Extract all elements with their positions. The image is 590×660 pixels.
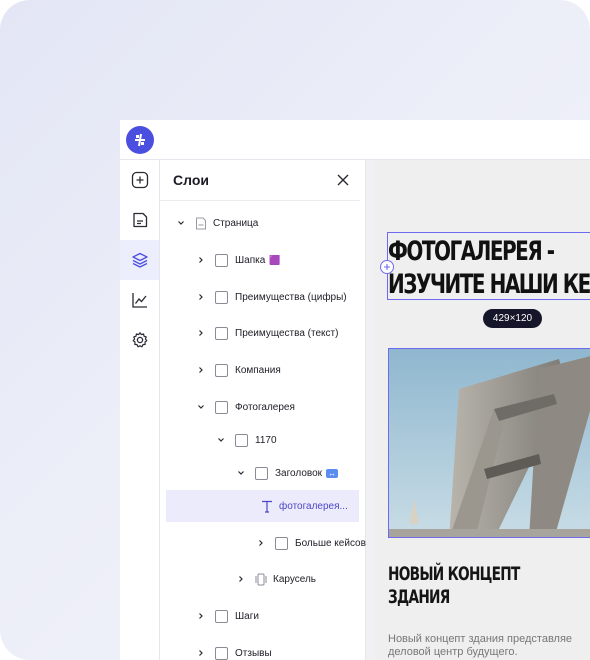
layer-item-advantages-numbers[interactable]: Преимущества (цифры)	[195, 283, 347, 311]
layer-item-heading[interactable]: Заголовок ↔	[235, 459, 339, 487]
gear-icon	[132, 332, 147, 348]
layer-item-more-cases[interactable]: Больше кейсов	[255, 529, 366, 557]
frame-icon	[255, 466, 268, 480]
auto-layout-badge: ↔	[326, 468, 339, 478]
layer-item-steps[interactable]: Шаги	[195, 602, 259, 630]
plus-square-icon	[131, 171, 148, 189]
layer-label: Шаги	[235, 610, 259, 622]
frame-icon	[235, 433, 248, 447]
building-image	[389, 349, 590, 537]
chevron-right-icon[interactable]	[195, 610, 207, 622]
building-photo[interactable]	[388, 348, 590, 538]
frame-icon	[215, 363, 228, 377]
layer-badge: 🟪	[269, 254, 281, 265]
frame-icon	[275, 536, 288, 550]
settings-button[interactable]	[120, 321, 159, 359]
layer-item-1170[interactable]: 1170	[215, 426, 277, 454]
frame-icon	[215, 646, 228, 660]
layer-item-advantages-text[interactable]: Преимущества (текст)	[195, 319, 338, 347]
chevron-right-icon[interactable]	[195, 291, 207, 303]
chevron-right-icon[interactable]	[195, 647, 207, 659]
editor-window: Слои Страница Шапка 🟪 Преимущества (цифр…	[120, 120, 590, 660]
layer-label: фотогалерея...	[279, 500, 348, 512]
concept-heading[interactable]: НОВЫЙ КОНЦЕПТ ЗДАНИЯ	[388, 563, 532, 609]
layer-item-gallery-text[interactable]: фотогалерея...	[166, 490, 359, 522]
selection-outline	[387, 232, 590, 300]
panel-title: Слои	[173, 172, 209, 188]
layer-label: Заголовок	[275, 467, 323, 479]
frame-icon	[215, 253, 228, 267]
dimensions-badge: 429×120	[483, 309, 542, 328]
layer-item-header[interactable]: Шапка 🟪	[195, 246, 281, 274]
layer-label: Страница	[213, 217, 259, 229]
layer-label: Больше кейсов	[295, 537, 366, 549]
layers-icon	[131, 252, 148, 268]
carousel-icon	[255, 573, 267, 585]
description-line-2: деловой центр будущего.	[388, 646, 518, 658]
chart-line-icon	[131, 293, 147, 308]
layer-item-gallery[interactable]: Фотогалерея	[195, 393, 295, 421]
text-icon	[262, 500, 272, 513]
add-element-button[interactable]	[120, 161, 159, 199]
layer-label: Компания	[235, 364, 281, 376]
layer-item-company[interactable]: Компания	[195, 356, 281, 384]
layer-item-reviews[interactable]: Отзывы	[195, 639, 272, 660]
chevron-down-icon[interactable]	[175, 217, 187, 229]
frame-icon	[215, 326, 228, 340]
tool-rail	[120, 160, 160, 660]
close-icon[interactable]	[336, 173, 350, 187]
description-line-1: Новый концепт здания представляе	[388, 633, 573, 645]
layer-label: Преимущества (цифры)	[235, 291, 347, 303]
layer-label: Фотогалерея	[235, 401, 295, 413]
chevron-down-icon[interactable]	[215, 434, 227, 446]
chevron-right-icon[interactable]	[195, 254, 207, 266]
add-handle-plus-icon[interactable]	[380, 260, 394, 274]
chevron-right-icon[interactable]	[255, 537, 267, 549]
canvas-area[interactable]: ФОТОГАЛЕРЕЯ - ИЗУЧИТЕ НАШИ КЕ 429×120 НО…	[366, 160, 590, 660]
app-logo[interactable]	[126, 126, 154, 154]
layers-panel: Слои Страница Шапка 🟪 Преимущества (цифр…	[160, 160, 366, 660]
chevron-right-icon[interactable]	[235, 573, 247, 585]
page-icon	[132, 212, 147, 228]
frame-icon	[215, 609, 228, 623]
layer-label: Шапка	[235, 254, 266, 266]
layer-item-carousel[interactable]: Карусель	[235, 565, 316, 593]
layer-item-page[interactable]: Страница	[175, 209, 258, 237]
pages-button[interactable]	[120, 201, 159, 239]
chevron-right-icon[interactable]	[195, 364, 207, 376]
chevron-down-icon[interactable]	[235, 467, 247, 479]
analytics-button[interactable]	[120, 281, 159, 319]
frame-icon	[215, 290, 228, 304]
page-icon	[196, 217, 206, 229]
layer-label: Преимущества (текст)	[235, 327, 339, 339]
layer-label: 1170	[255, 434, 277, 446]
layer-label: Отзывы	[235, 647, 272, 659]
concept-description[interactable]: Новый концепт здания представляе деловой…	[388, 633, 590, 659]
panel-divider	[160, 200, 360, 201]
chevron-down-icon[interactable]	[195, 401, 207, 413]
logo-icon	[135, 133, 145, 147]
top-bar	[120, 120, 590, 160]
frame-icon	[215, 400, 228, 414]
layer-label: Карусель	[273, 573, 316, 585]
layers-button[interactable]	[120, 240, 159, 280]
chevron-right-icon[interactable]	[195, 327, 207, 339]
